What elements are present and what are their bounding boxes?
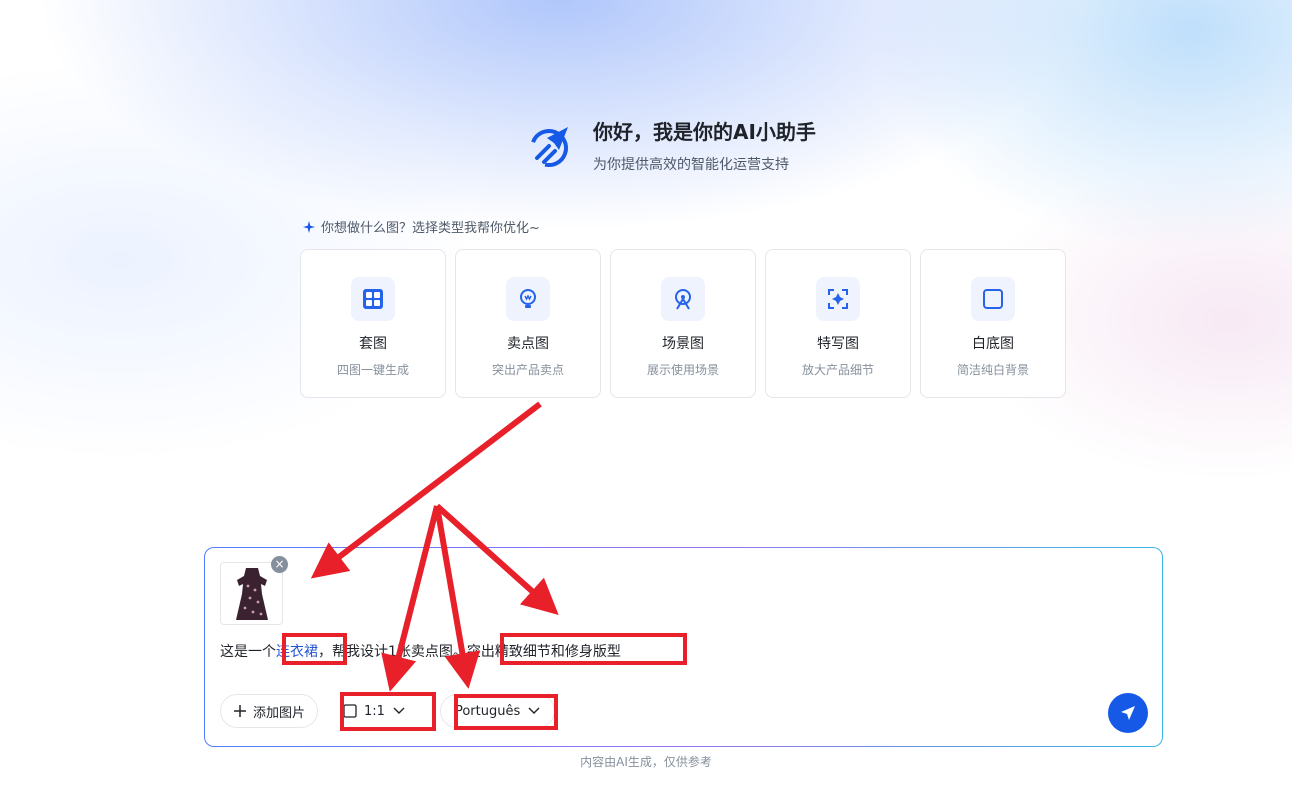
card-title: 卖点图 [507, 336, 549, 352]
card-closeup[interactable]: 特写图 放大产品细节 [765, 249, 911, 398]
card-title: 特写图 [817, 336, 859, 352]
annotation-box-ratio [340, 692, 436, 731]
annotation-box-highlight [500, 633, 687, 665]
remove-image-close-icon[interactable]: × [271, 556, 288, 573]
sparkle-icon [303, 220, 315, 233]
card-set[interactable]: 套图 四图一键生成 [300, 249, 446, 398]
send-icon [1121, 706, 1135, 720]
dress-image [235, 567, 268, 620]
assistant-header: 你好，我是你的AI小助手 为你提供高效的智能化运营支持 [527, 118, 816, 174]
card-title: 白底图 [972, 336, 1014, 352]
uploaded-image-thumbnail[interactable] [220, 562, 283, 625]
page-subtitle: 为你提供高效的智能化运营支持 [593, 157, 789, 173]
card-desc: 突出产品卖点 [491, 363, 564, 377]
plus-icon [234, 705, 246, 717]
add-image-button[interactable]: 添加图片 [220, 694, 319, 728]
card-title: 套图 [359, 336, 387, 352]
card-desc: 四图一键生成 [336, 363, 409, 377]
card-title: 场景图 [662, 336, 704, 352]
card-desc: 放大产品细节 [801, 363, 874, 377]
focus-icon [816, 277, 860, 321]
rocket-logo-icon [530, 127, 568, 167]
annotation-box-language [454, 694, 558, 730]
image-type-cards: 套图 四图一键生成 卖点图 突出产品卖点 场景图 展示使用场景 特写图 放大产品… [300, 249, 1066, 398]
card-white-background[interactable]: 白底图 简洁纯白背景 [920, 249, 1066, 398]
square-icon [971, 277, 1015, 321]
grid-icon [351, 277, 395, 321]
type-hint: 你想做什么图？选择类型我帮你优化~ [303, 217, 540, 236]
send-button[interactable] [1108, 693, 1148, 733]
prompt-prefix: 这是一个 [220, 644, 276, 660]
card-desc: 展示使用场景 [646, 363, 719, 377]
card-desc: 简洁纯白背景 [956, 363, 1029, 377]
type-hint-text: 你想做什么图？选择类型我帮你优化~ [321, 221, 540, 236]
page-title: 你好，我是你的AI小助手 [593, 120, 816, 144]
card-selling-point[interactable]: 卖点图 突出产品卖点 [455, 249, 601, 398]
scene-icon [661, 277, 705, 321]
add-image-label: 添加图片 [253, 705, 306, 721]
card-scene[interactable]: 场景图 展示使用场景 [610, 249, 756, 398]
ai-disclaimer: 内容由AI生成，仅供参考 [580, 755, 712, 769]
lightbulb-icon [506, 277, 550, 321]
annotation-box-keyword [282, 633, 347, 665]
